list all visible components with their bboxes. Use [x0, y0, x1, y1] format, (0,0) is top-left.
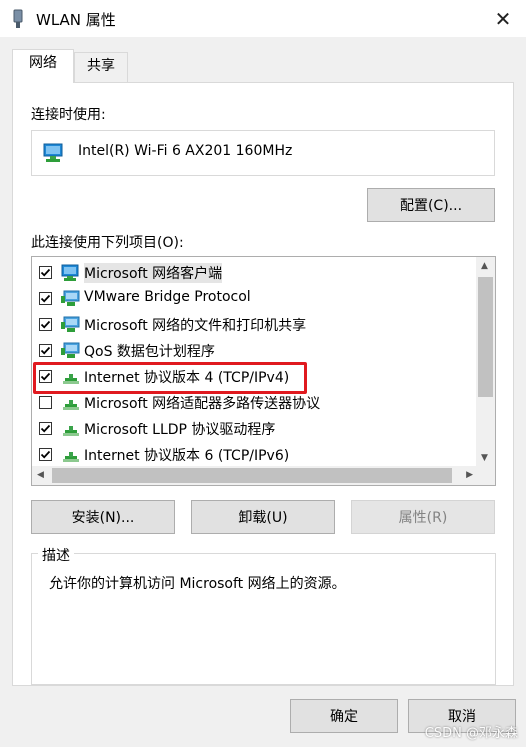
tab-share[interactable]: 共享: [74, 52, 128, 82]
protocol-icon: [61, 420, 81, 438]
vertical-scrollbar[interactable]: ▲ ▼: [476, 257, 495, 467]
protocol-icon: [61, 446, 81, 464]
item-checkbox[interactable]: [39, 292, 52, 305]
description-text: 允许你的计算机访问 Microsoft 网络上的资源。: [49, 576, 346, 592]
title-bar: WLAN 属性 ✕: [0, 0, 526, 38]
watermark: CSDN @邓永森: [424, 726, 518, 741]
close-icon: ✕: [494, 7, 512, 31]
configure-button[interactable]: 配置(C)...: [367, 188, 495, 222]
scroll-up-arrow-icon[interactable]: ▲: [481, 261, 488, 271]
items-label: 此连接使用下列项目(O):: [31, 235, 184, 251]
scroll-right-arrow-icon[interactable]: ▶: [466, 470, 473, 480]
network-client-icon: [61, 264, 81, 282]
list-item[interactable]: Microsoft LLDP 协议驱动程序: [32, 416, 474, 442]
item-label: Microsoft 网络的文件和打印机共享: [84, 318, 307, 334]
uninstall-button[interactable]: 卸载(U): [191, 500, 335, 534]
horizontal-scroll-thumb[interactable]: [52, 468, 452, 483]
install-button[interactable]: 安装(N)...: [31, 500, 175, 534]
adapter-field: Intel(R) Wi-Fi 6 AX201 160MHz: [31, 130, 495, 176]
list-item[interactable]: Microsoft 网络客户端: [32, 260, 474, 286]
item-checkbox[interactable]: [39, 344, 52, 357]
item-checkbox[interactable]: [39, 266, 52, 279]
wlan-adapter-icon: [13, 9, 23, 28]
network-service-icon: [61, 342, 81, 360]
window-title: WLAN 属性: [36, 11, 116, 29]
item-checkbox[interactable]: [39, 318, 52, 331]
item-label: Microsoft 网络客户端: [84, 263, 223, 283]
list-item[interactable]: Internet 协议版本 6 (TCP/IPv6): [32, 442, 474, 468]
connect-using-label: 连接时使用:: [31, 107, 106, 123]
protocol-icon: [61, 394, 81, 412]
scroll-corner: [476, 466, 495, 485]
horizontal-scrollbar[interactable]: ◀ ▶: [32, 466, 478, 485]
adapter-name: Intel(R) Wi-Fi 6 AX201 160MHz: [78, 143, 293, 159]
item-checkbox[interactable]: [39, 422, 52, 435]
network-service-icon: [61, 290, 81, 308]
scroll-thumb[interactable]: [478, 277, 493, 397]
item-label: Internet 协议版本 6 (TCP/IPv6): [84, 448, 290, 464]
scroll-down-arrow-icon[interactable]: ▼: [481, 453, 488, 463]
highlight-annotation: [33, 362, 307, 394]
list-item[interactable]: QoS 数据包计划程序: [32, 338, 474, 364]
list-item[interactable]: VMware Bridge Protocol: [32, 286, 474, 312]
item-label: QoS 数据包计划程序: [84, 344, 215, 360]
close-button[interactable]: ✕: [480, 0, 526, 38]
description-legend: 描述: [38, 545, 74, 565]
item-label: VMware Bridge Protocol: [84, 289, 251, 305]
item-checkbox[interactable]: [39, 448, 52, 461]
tab-network[interactable]: 网络: [12, 49, 74, 83]
item-label: Microsoft LLDP 协议驱动程序: [84, 422, 276, 438]
network-adapter-icon: [43, 143, 63, 162]
scroll-left-arrow-icon[interactable]: ◀: [37, 470, 44, 480]
ok-button[interactable]: 确定: [290, 699, 398, 733]
list-item[interactable]: Microsoft 网络的文件和打印机共享: [32, 312, 474, 338]
item-label: Microsoft 网络适配器多路传送器协议: [84, 396, 321, 412]
item-checkbox[interactable]: [39, 396, 52, 409]
properties-button[interactable]: 属性(R): [351, 500, 495, 534]
network-service-icon: [61, 316, 81, 334]
